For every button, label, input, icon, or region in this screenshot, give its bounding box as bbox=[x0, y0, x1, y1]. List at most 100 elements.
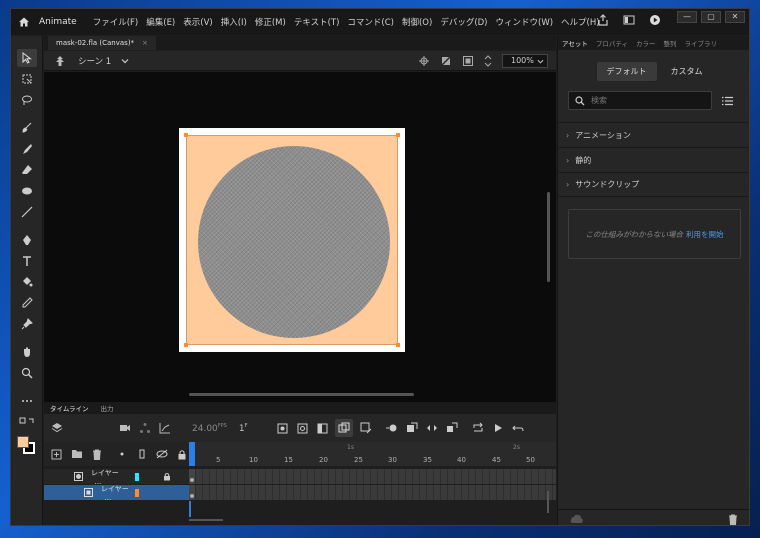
center-stage-icon[interactable] bbox=[418, 55, 430, 67]
edit-multiple-frames-icon[interactable] bbox=[359, 421, 373, 435]
selection-handle[interactable] bbox=[184, 343, 188, 347]
play-icon[interactable] bbox=[491, 421, 505, 435]
section-animation[interactable]: › アニメーション bbox=[558, 122, 749, 147]
selection-tool-icon[interactable] bbox=[16, 49, 37, 67]
menu-debug[interactable]: デバッグ(D) bbox=[440, 16, 487, 28]
search-box[interactable] bbox=[568, 91, 712, 110]
eyedropper-icon[interactable] bbox=[17, 294, 37, 312]
camera-icon[interactable] bbox=[118, 421, 132, 435]
lock-all-icon[interactable] bbox=[175, 447, 189, 461]
layer-color-swatch[interactable] bbox=[135, 488, 139, 497]
highlight-layer-dot-icon[interactable] bbox=[116, 447, 130, 461]
menu-edit[interactable]: 編集(E) bbox=[146, 16, 175, 28]
menu-control[interactable]: 制御(O) bbox=[402, 16, 432, 28]
section-static[interactable]: › 静的 bbox=[558, 147, 749, 172]
timeline-vscroll[interactable] bbox=[547, 491, 549, 513]
layers-icon[interactable] bbox=[50, 421, 64, 435]
swap-colors-icon[interactable] bbox=[17, 413, 37, 431]
layer-info-selected[interactable]: レイヤー_... bbox=[44, 485, 189, 502]
pin-tool-icon[interactable] bbox=[17, 315, 37, 333]
tab-library[interactable]: ライブラリ bbox=[681, 38, 722, 48]
menu-window[interactable]: ウィンドウ(W) bbox=[496, 16, 554, 28]
add-layer-icon[interactable] bbox=[50, 447, 64, 461]
segment-custom[interactable]: カスタム bbox=[661, 62, 713, 81]
layer-color-swatch[interactable] bbox=[135, 472, 139, 481]
tab-align[interactable]: 整列 bbox=[660, 38, 681, 48]
tab-assets[interactable]: アセット bbox=[558, 38, 592, 48]
close-tab-icon[interactable]: × bbox=[142, 36, 148, 50]
tween-shape-icon[interactable] bbox=[425, 421, 439, 435]
lock-icon[interactable] bbox=[163, 472, 171, 481]
chevron-down-icon[interactable] bbox=[121, 57, 129, 65]
timeline-hscroll[interactable] bbox=[189, 519, 223, 521]
menu-modify[interactable]: 修正(M) bbox=[255, 16, 286, 28]
menu-insert[interactable]: 挿入(I) bbox=[221, 16, 247, 28]
layer-frames[interactable] bbox=[189, 485, 556, 500]
vertical-scrollbar[interactable] bbox=[547, 192, 550, 282]
brush-tool-icon[interactable] bbox=[17, 140, 37, 158]
tween-motion-icon[interactable] bbox=[385, 421, 399, 435]
keyframe[interactable] bbox=[189, 469, 195, 484]
menu-help[interactable]: ヘルプ(H) bbox=[561, 16, 600, 28]
scene-name[interactable]: シーン 1 bbox=[78, 55, 111, 67]
menu-file[interactable]: ファイル(F) bbox=[93, 16, 139, 28]
delete-layer-icon[interactable] bbox=[90, 447, 104, 461]
test-movie-icon[interactable] bbox=[649, 14, 661, 26]
scene-icon[interactable] bbox=[54, 55, 66, 67]
layer-row[interactable]: レイヤー_... bbox=[44, 469, 556, 486]
fill-color-swatch[interactable] bbox=[16, 436, 29, 448]
maximize-button[interactable]: ▢ bbox=[701, 11, 721, 23]
free-transform-tool-icon[interactable] bbox=[17, 70, 37, 88]
delete-asset-icon[interactable] bbox=[728, 514, 738, 525]
tab-timeline[interactable]: タイムライン bbox=[44, 403, 95, 413]
menu-text[interactable]: テキスト(T) bbox=[294, 16, 340, 28]
tab-properties[interactable]: プロパティ bbox=[592, 38, 632, 48]
frame-ruler[interactable]: 1s 2s 5 10 15 20 25 30 35 40 45 50 bbox=[189, 442, 556, 466]
tab-output[interactable]: 出力 bbox=[95, 403, 120, 413]
line-tool-icon[interactable] bbox=[17, 203, 37, 221]
add-folder-icon[interactable] bbox=[70, 447, 84, 461]
lasso-tool-icon[interactable] bbox=[17, 91, 37, 109]
selection-handle[interactable] bbox=[396, 343, 400, 347]
oval-tool-icon[interactable] bbox=[17, 182, 37, 200]
home-icon[interactable] bbox=[11, 9, 37, 35]
outline-layer-icon[interactable] bbox=[135, 447, 149, 461]
graph-icon[interactable] bbox=[158, 421, 172, 435]
horizontal-scrollbar[interactable] bbox=[189, 393, 414, 396]
get-started-link[interactable]: 利用を開始 bbox=[686, 229, 724, 240]
menu-view[interactable]: 表示(V) bbox=[183, 16, 212, 28]
paint-brush-icon[interactable] bbox=[17, 119, 37, 137]
document-tab[interactable]: mask-02.fla (Canvas)* × bbox=[48, 36, 156, 50]
zoom-tool-icon[interactable] bbox=[17, 364, 37, 382]
layer-row[interactable]: レイヤー_... bbox=[44, 485, 556, 502]
search-input[interactable] bbox=[591, 96, 701, 105]
section-sound-clip[interactable]: › サウンドクリップ bbox=[558, 172, 749, 197]
menu-commands[interactable]: コマンド(C) bbox=[347, 16, 394, 28]
visibility-icon[interactable] bbox=[155, 447, 169, 461]
share-icon[interactable] bbox=[597, 14, 609, 26]
minimize-button[interactable]: — bbox=[677, 11, 697, 23]
more-tools-icon[interactable] bbox=[17, 392, 37, 410]
rewind-icon[interactable] bbox=[511, 421, 525, 435]
layer-info[interactable]: レイヤー_... bbox=[44, 469, 189, 486]
keyframe[interactable] bbox=[189, 485, 195, 500]
onion-skin-icon[interactable] bbox=[335, 419, 354, 437]
hand-tool-icon[interactable] bbox=[17, 343, 37, 361]
selection-handle[interactable] bbox=[184, 133, 188, 137]
tab-color[interactable]: カラー bbox=[632, 38, 660, 48]
selection-handle[interactable] bbox=[396, 133, 400, 137]
tween-convert-icon[interactable] bbox=[445, 421, 459, 435]
clip-content-icon[interactable] bbox=[440, 55, 452, 67]
close-button[interactable]: ✕ bbox=[725, 11, 745, 23]
insert-blank-keyframe-icon[interactable] bbox=[295, 421, 309, 435]
pen-tool-icon[interactable] bbox=[17, 231, 37, 249]
current-frame[interactable]: 1F bbox=[239, 423, 248, 434]
rotate-stage-icon[interactable] bbox=[484, 55, 492, 67]
mask-circle[interactable] bbox=[198, 146, 390, 338]
zoom-select[interactable]: 100% bbox=[502, 54, 548, 68]
import-icon[interactable] bbox=[570, 514, 584, 524]
tween-classic-icon[interactable] bbox=[405, 421, 419, 435]
paint-bucket-icon[interactable] bbox=[17, 273, 37, 291]
eraser-tool-icon[interactable] bbox=[17, 161, 37, 179]
loop-icon[interactable] bbox=[471, 421, 485, 435]
